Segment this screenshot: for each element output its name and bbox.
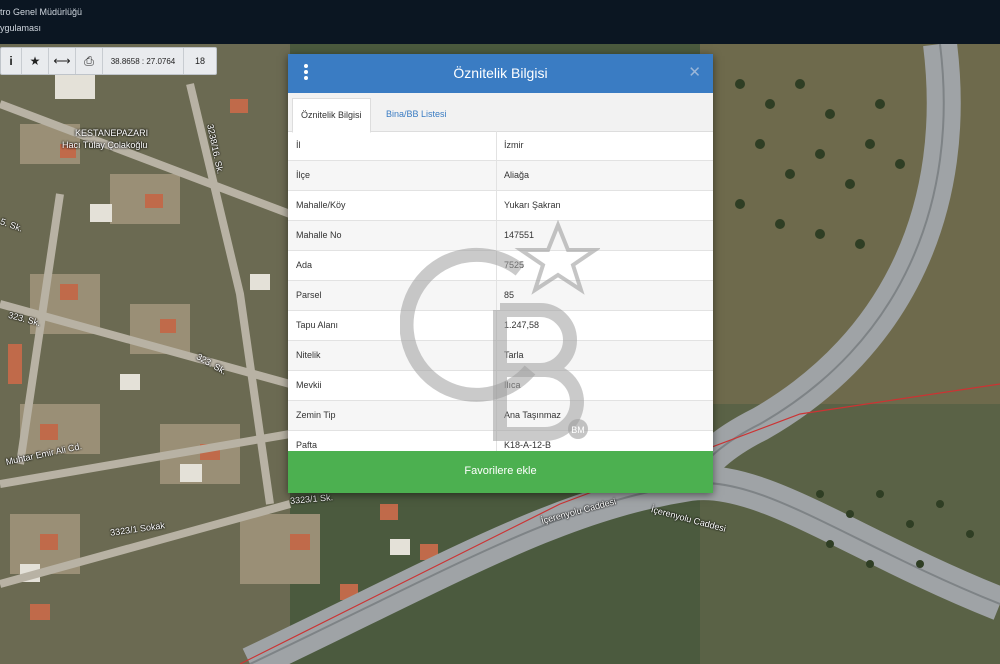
dialog-header: Öznitelik Bilgisi ✕	[288, 54, 713, 93]
row-key: İlçe	[288, 161, 497, 190]
table-row: Mevkii Ilıca	[288, 371, 713, 401]
star-icon[interactable]: ★	[22, 48, 49, 74]
map-toolbar: i ★ ⟷ ⎙ 38.8658 : 27.0764 18	[0, 47, 217, 75]
row-value: Ana Taşınmaz	[504, 410, 561, 420]
tab-attributes[interactable]: Öznitelik Bilgisi	[292, 98, 371, 133]
row-key: Ada	[288, 251, 497, 280]
table-row: Nitelik Tarla	[288, 341, 713, 371]
dialog-title: Öznitelik Bilgisi	[453, 65, 548, 81]
map-label-poi: Hacı Tülay Çolakoğlu	[62, 140, 148, 150]
dialog-tabs: Öznitelik Bilgisi Bina/BB Listesi	[288, 93, 713, 133]
top-bar: tro Genel Müdürlüğü ygulaması	[0, 0, 1000, 44]
app-title-line2: ygulaması	[0, 23, 42, 33]
table-row: İl İzmir	[288, 131, 713, 161]
table-row: Mahalle/Köy Yukarı Şakran	[288, 191, 713, 221]
table-row: Tapu Alanı 1.247,58	[288, 311, 713, 341]
add-favorite-button[interactable]: Favorilere ekle	[288, 451, 713, 493]
row-value: 85	[504, 290, 515, 300]
row-key: Zemin Tip	[288, 401, 497, 430]
row-value: İzmir	[504, 140, 524, 150]
row-key: İl	[288, 131, 497, 160]
row-value: Aliağa	[504, 170, 530, 180]
attribute-table: İl İzmir İlçe Aliağa Mahalle/Köy Yukarı Şak…	[288, 131, 713, 461]
row-key: Mevkii	[288, 371, 497, 400]
table-row: İlçe Aliağa	[288, 161, 713, 191]
attribute-dialog: Öznitelik Bilgisi ✕ Öznitelik Bilgisi Bi…	[288, 54, 713, 493]
close-icon[interactable]: ✕	[688, 63, 701, 81]
table-row: Mahalle No 147551	[288, 221, 713, 251]
row-key: Mahalle/Köy	[288, 191, 497, 220]
row-value: Tarla	[504, 350, 524, 360]
row-value: 7525	[504, 260, 525, 270]
table-row: Zemin Tip Ana Taşınmaz	[288, 401, 713, 431]
table-row: Parsel 85	[288, 281, 713, 311]
row-key: Parsel	[288, 281, 497, 310]
row-key: Tapu Alanı	[288, 311, 497, 340]
map-label-neighborhood: KESTANEPAZARI	[75, 128, 149, 138]
zoom-level: 18	[194, 56, 205, 66]
row-value: 147551	[504, 230, 535, 240]
row-value: Ilıca	[504, 380, 521, 390]
row-key: Mahalle No	[288, 221, 497, 250]
row-value: Yukarı Şakran	[504, 200, 561, 210]
row-value: 1.247,58	[504, 320, 540, 330]
printer-icon[interactable]: ⎙	[76, 48, 103, 74]
app-title-line1: tro Genel Müdürlüğü	[0, 7, 83, 17]
info-button[interactable]: i	[1, 48, 22, 74]
table-row: Ada 7525	[288, 251, 713, 281]
tab-building-list[interactable]: Bina/BB Listesi	[378, 98, 455, 131]
row-key: Nitelik	[288, 341, 497, 370]
arrows-icon[interactable]: ⟷	[49, 48, 76, 74]
coordinate-readout: 38.8658 : 27.0764	[103, 48, 184, 74]
